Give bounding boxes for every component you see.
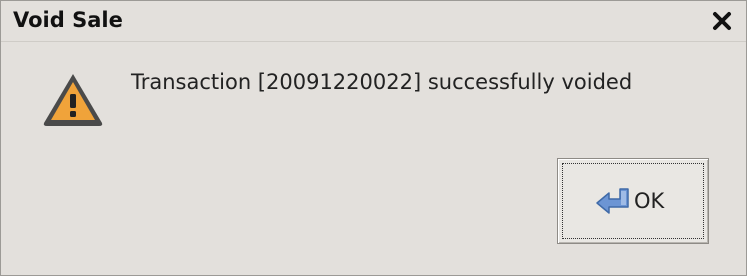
dialog-message: Transaction [20091220022] successfully v… xyxy=(131,70,633,94)
enter-arrow-icon xyxy=(594,186,634,216)
warning-icon xyxy=(39,68,107,130)
dialog-title: Void Sale xyxy=(13,8,123,32)
void-sale-dialog: Void Sale Transaction [20091220022] succ… xyxy=(0,0,747,276)
title-bar: Void Sale xyxy=(1,1,746,42)
ok-button-label: OK xyxy=(634,189,665,213)
ok-button[interactable]: OK xyxy=(557,158,709,244)
close-icon[interactable] xyxy=(710,9,734,33)
dialog-body: Transaction [20091220022] successfully v… xyxy=(1,42,746,275)
